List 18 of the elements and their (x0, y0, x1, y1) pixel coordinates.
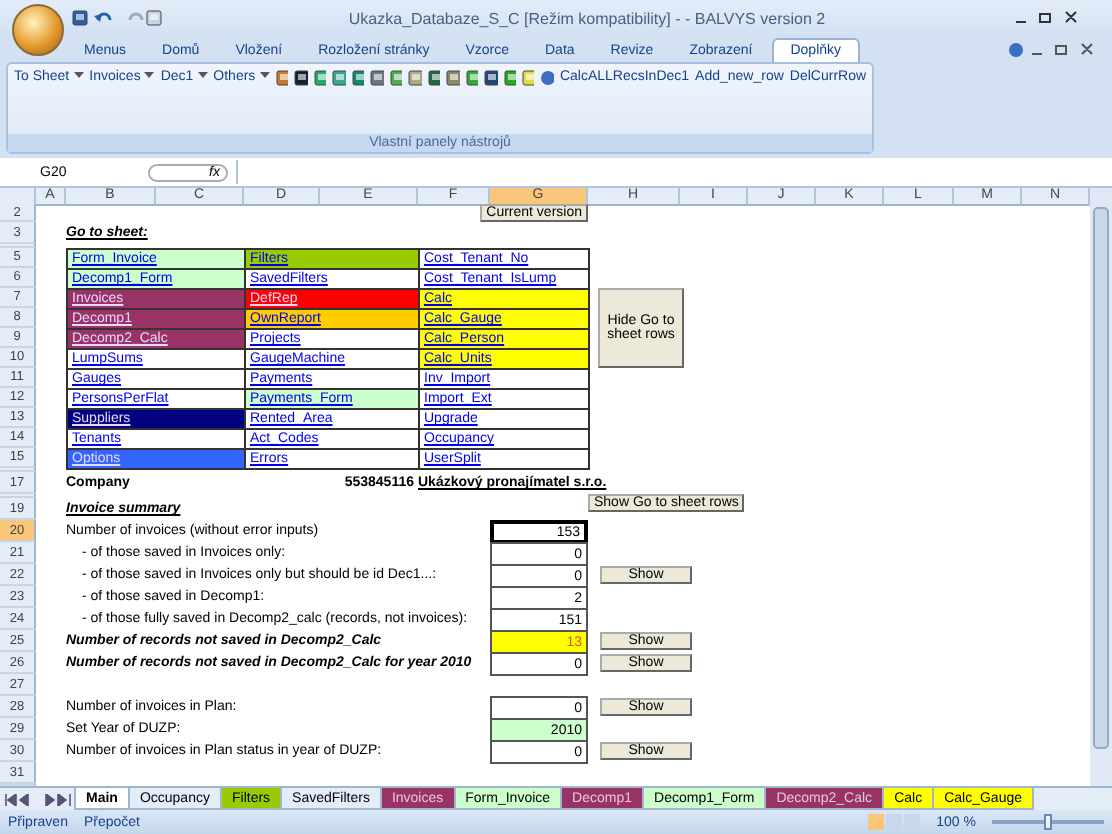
toolbar-icon[interactable] (294, 70, 308, 86)
window-title: Ukazka_Databaze_S_C [Režim kompatibility] - - BALVYS version 2 (346, 9, 828, 27)
help-icon[interactable] (540, 70, 554, 86)
caret-icon (259, 72, 270, 80)
help-icon[interactable] (1008, 42, 1024, 58)
toolbar-icon[interactable] (351, 70, 365, 86)
caret-icon (73, 72, 84, 80)
office-button[interactable] (12, 4, 64, 56)
toolbar-icon[interactable] (427, 70, 441, 86)
sheet-nav-icon[interactable] (4, 793, 72, 805)
window-icon[interactable] (146, 10, 162, 26)
toolbar-icon[interactable] (370, 70, 384, 86)
caret-icon (144, 72, 155, 80)
caret-icon (197, 72, 208, 80)
vertical-scrollbar[interactable] (1090, 188, 1112, 786)
slider-thumb[interactable] (1044, 814, 1052, 830)
save-icon[interactable] (72, 10, 88, 26)
toolbar-icon[interactable] (484, 70, 497, 86)
